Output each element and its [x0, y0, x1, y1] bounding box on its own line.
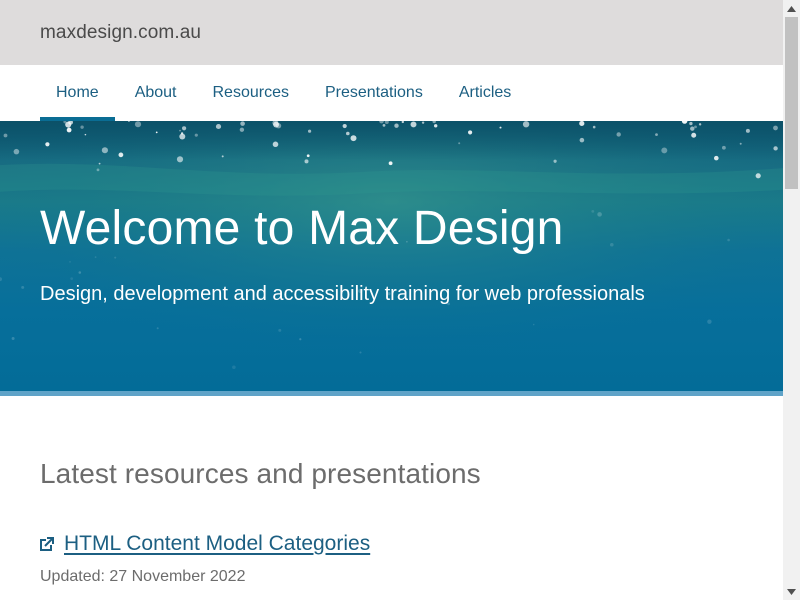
site-name-link[interactable]: maxdesign.com.au: [40, 22, 201, 44]
scroll-up-arrow-icon[interactable]: [783, 0, 800, 17]
main-content: Latest resources and presentations HTML …: [0, 458, 783, 586]
external-link-icon: [40, 537, 54, 551]
site-header: maxdesign.com.au: [0, 0, 783, 65]
page: maxdesign.com.au Home About Resources Pr…: [0, 0, 783, 600]
nav-item-about[interactable]: About: [119, 65, 193, 121]
hero-banner: Welcome to Max Design Design, developmen…: [0, 121, 783, 396]
vertical-scrollbar[interactable]: [783, 0, 800, 600]
scroll-down-arrow-icon[interactable]: [783, 583, 800, 600]
resource-item: HTML Content Model Categories Updated: 2…: [40, 532, 743, 586]
resource-link-row: HTML Content Model Categories: [40, 532, 743, 556]
resource-updated-date: Updated: 27 November 2022: [40, 568, 246, 585]
hero-underwater-image: [0, 121, 783, 391]
main-nav: Home About Resources Presentations Artic…: [0, 65, 783, 121]
nav-item-articles[interactable]: Articles: [443, 65, 527, 121]
scrollbar-thumb[interactable]: [785, 17, 798, 189]
resource-link[interactable]: HTML Content Model Categories: [64, 532, 370, 556]
nav-item-resources[interactable]: Resources: [197, 65, 305, 121]
nav-item-home[interactable]: Home: [40, 65, 115, 121]
hero-subtitle: Design, development and accessibility tr…: [40, 283, 645, 305]
hero-title: Welcome to Max Design: [40, 202, 564, 255]
section-title: Latest resources and presentations: [40, 458, 481, 489]
nav-item-presentations[interactable]: Presentations: [309, 65, 439, 121]
